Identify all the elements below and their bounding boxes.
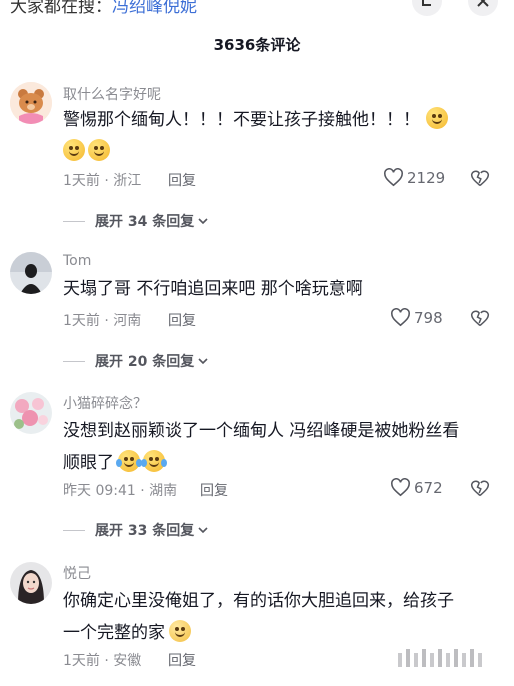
username[interactable]: 取什么名字好呢 — [63, 84, 161, 104]
comment-text: 没想到赵丽颖谈了一个缅甸人 冯绍峰硬是被她粉丝看 顺眼了 — [63, 415, 483, 479]
comment-text: 你确定心里没俺姐了，有的话你大胆追回来，给孩子 一个完整的家 — [63, 585, 483, 649]
smile-emoji-icon — [63, 139, 85, 161]
broken-heart-icon[interactable] — [470, 478, 490, 498]
laugh-cry-emoji-icon — [141, 450, 167, 472]
like-button[interactable]: 2129 — [383, 168, 445, 187]
comment-text-body: 警惕那个缅甸人！！！不要让孩子接触他！！！ — [63, 110, 420, 130]
search-hint-keyword[interactable]: 冯绍峰倪妮 — [112, 0, 197, 16]
comment-location: 河南 — [113, 313, 142, 329]
smile-emoji-icon — [88, 139, 110, 161]
watermark-bars-icon — [398, 649, 482, 667]
like-count: 2129 — [407, 168, 446, 187]
comment-time: 1天前 — [63, 313, 100, 329]
top-bar: 大家都在搜：冯绍峰倪妮 — [0, 0, 514, 16]
chevron-down-icon — [198, 527, 208, 534]
avatar-silhouette-image — [10, 252, 52, 294]
divider-dash — [63, 529, 85, 531]
reply-button[interactable]: 回复 — [168, 310, 196, 330]
avatar-flowers-image — [10, 392, 52, 434]
comment-location: 安徽 — [113, 653, 142, 669]
comment-text-line: 你确定心里没俺姐了，有的话你大胆追回来，给孩子 — [63, 591, 454, 611]
reply-button[interactable]: 回复 — [168, 170, 196, 190]
broken-heart-icon[interactable] — [470, 168, 490, 188]
like-count: 798 — [414, 308, 443, 327]
heart-outline-icon — [391, 308, 410, 327]
like-button[interactable]: 798 — [390, 308, 443, 327]
search-hint-prefix: 大家都在搜： — [10, 0, 112, 16]
close-icon[interactable] — [468, 0, 498, 16]
search-suggestion[interactable]: 大家都在搜：冯绍峰倪妮 — [10, 0, 197, 16]
avatar[interactable] — [10, 82, 52, 124]
avatar[interactable] — [10, 562, 52, 604]
comment-location: 湖南 — [149, 483, 178, 499]
divider-dash — [63, 220, 85, 222]
heart-outline-icon — [391, 478, 410, 497]
username[interactable]: Tom — [63, 253, 91, 269]
comment-time: 1天前 — [63, 173, 100, 189]
comment-text-line: 顺眼了 — [63, 453, 114, 473]
like-button[interactable]: 672 — [390, 478, 443, 497]
chevron-down-icon — [198, 358, 208, 365]
username[interactable]: 小猫碎碎念？ — [63, 393, 147, 413]
avatar[interactable] — [10, 392, 52, 434]
expand-replies-label: 展开 20 条回复 — [95, 354, 195, 370]
comment-text: 天塌了哥 不行咱追回来吧 那个啥玩意啊 — [63, 279, 363, 299]
heart-outline-icon — [384, 168, 403, 187]
comment-time: 1天前 — [63, 653, 100, 669]
expand-glyph — [422, 0, 431, 6]
smile-emoji-icon — [426, 107, 448, 129]
avatar-bear-image — [10, 82, 52, 124]
close-glyph — [477, 0, 489, 7]
broken-heart-icon[interactable] — [470, 308, 490, 328]
avatar[interactable] — [10, 252, 52, 294]
comment-meta: 1天前 · 浙江 — [63, 173, 142, 189]
username[interactable]: 悦己 — [63, 563, 91, 583]
comment-location: 浙江 — [113, 173, 142, 189]
comment-meta: 昨天 09:41 · 湖南 — [63, 483, 178, 499]
laugh-cry-emoji-icon — [116, 450, 142, 472]
comment-text-line: 一个完整的家 — [63, 623, 165, 643]
expand-replies-button[interactable]: 展开 34 条回复 — [63, 211, 209, 231]
comment-count-title: 3636条评论 — [213, 36, 301, 54]
avatar-portrait-image — [10, 562, 52, 604]
comment-time: 昨天 09:41 — [63, 483, 136, 499]
expand-replies-label: 展开 33 条回复 — [95, 523, 195, 539]
comment-meta: 1天前 · 河南 — [63, 313, 142, 329]
expand-icon[interactable] — [412, 0, 442, 16]
expand-replies-button[interactable]: 展开 20 条回复 — [63, 351, 209, 371]
reply-button[interactable]: 回复 — [200, 480, 228, 500]
chevron-down-icon — [198, 218, 208, 225]
comment-meta: 1天前 · 安徽 — [63, 653, 142, 669]
expand-replies-button[interactable]: 展开 33 条回复 — [63, 520, 209, 540]
comment-text: 警惕那个缅甸人！！！不要让孩子接触他！！！ — [63, 104, 483, 168]
like-count: 672 — [414, 478, 443, 497]
reply-button[interactable]: 回复 — [168, 650, 196, 670]
divider-dash — [63, 360, 85, 362]
expand-replies-label: 展开 34 条回复 — [95, 214, 195, 230]
shy-emoji-icon — [169, 620, 191, 642]
comment-text-line: 没想到赵丽颖谈了一个缅甸人 冯绍峰硬是被她粉丝看 — [63, 421, 460, 441]
